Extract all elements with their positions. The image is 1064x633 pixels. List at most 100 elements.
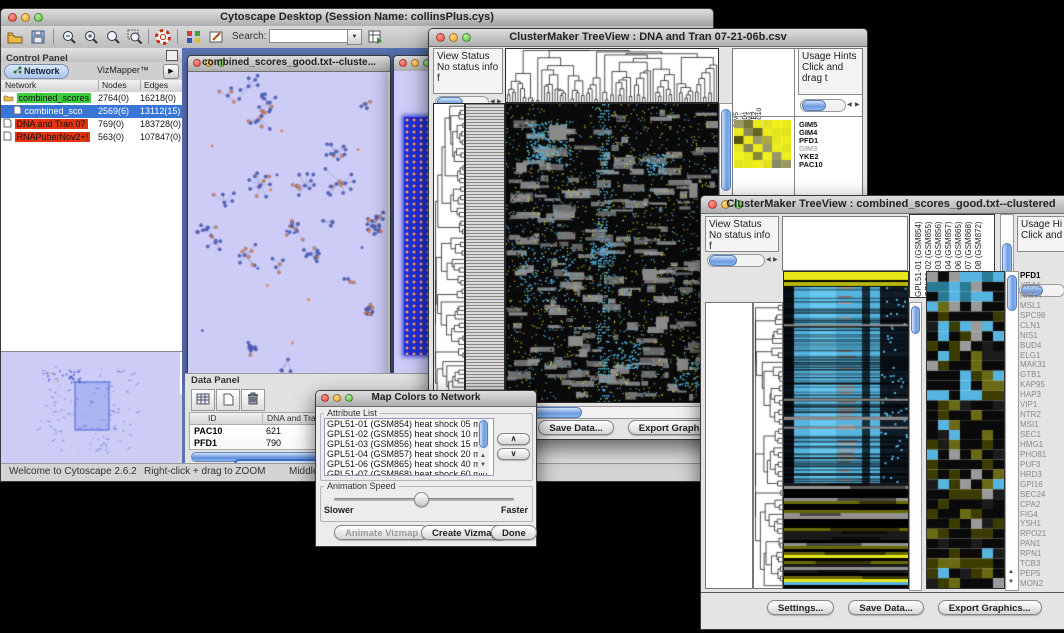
speed-slider-thumb[interactable] [414, 492, 429, 507]
annotation-icon[interactable] [206, 28, 226, 46]
gene-label: PUF3 [1020, 460, 1064, 470]
gene-label: KAP95 [1020, 380, 1064, 390]
attribute-item[interactable]: GPL51-07 (GSM868) heat shock 60 min [327, 469, 493, 476]
gene-list: PFD1YRA1RNR4MSL1SPC98CLN1NIS1BUD4ELG1MAK… [1020, 271, 1064, 589]
birdseye-view[interactable] [1, 351, 182, 464]
attribute-item[interactable]: GPL51-04 (GSM857) heat shock 20 min [327, 449, 493, 459]
gene-label: VIP1 [1020, 400, 1064, 410]
scroll-left-icon[interactable]: ◀ [766, 256, 771, 264]
table-icon[interactable] [191, 389, 215, 411]
row-dendrogram[interactable] [753, 302, 783, 589]
desktop: Cytoscape Desktop (Session Name: collins… [0, 0, 1064, 633]
network-view-window: combined_scores_good.txt--cluste... [187, 55, 391, 381]
attribute-scrollbar[interactable]: ▲ ▼ [478, 419, 489, 473]
attribute-item[interactable]: GPL51-02 (GSM855) heat shock 10 min [327, 429, 493, 439]
column-dendrogram[interactable] [505, 48, 719, 103]
done-button[interactable]: Done [491, 525, 537, 540]
zoom-gene-labels: GIM5GIM4PFD1GIM3YKE2PAC10 [799, 121, 823, 169]
scroll-right-icon[interactable]: ▶ [855, 101, 860, 109]
close-button[interactable] [399, 59, 407, 67]
network-row[interactable]: RNAPuberNov2+! 563(0) 107847(0) [1, 131, 182, 144]
col-edges[interactable]: Edges [140, 80, 168, 90]
zoom-in-icon[interactable] [81, 28, 101, 46]
gene-label: NIS1 [1020, 331, 1064, 341]
attribute-item[interactable]: GPL51-01 (GSM854) heat shock 05 min [327, 419, 493, 429]
faster-label: Faster [501, 505, 528, 515]
global-heatmap[interactable] [505, 103, 719, 403]
import-table-icon[interactable] [365, 28, 385, 46]
global-heatmap[interactable] [783, 271, 909, 589]
gene-label: TCB3 [1020, 559, 1064, 569]
col-nodes[interactable]: Nodes [98, 80, 127, 90]
treeview-button[interactable]: Save Data... [538, 420, 613, 435]
gene-label: RNR4 [1020, 291, 1064, 301]
row-dendrogram[interactable] [433, 103, 465, 403]
treeview-button[interactable]: Settings... [767, 600, 834, 615]
tab-network[interactable]: Network [4, 64, 69, 79]
help-lifering-icon[interactable] [153, 28, 173, 46]
move-down-button[interactable]: ∨ [497, 448, 530, 460]
attribute-item[interactable]: GPL51-06 (GSM865) heat shock 40 min [327, 459, 493, 469]
gene-label: GPI16 [1020, 480, 1064, 490]
network-canvas[interactable] [188, 72, 388, 379]
tab-vizmapper[interactable]: VizMapper™ [89, 64, 157, 77]
network-row[interactable]: combined_scores 2764(0) 16218(0) [1, 92, 182, 105]
zoom-heatmap[interactable] [734, 120, 791, 168]
cytoscape-titlebar[interactable]: Cytoscape Desktop (Session Name: collins… [1, 9, 713, 27]
column-tree-area [782, 216, 908, 271]
scroll-left-icon[interactable]: ◀ [847, 101, 852, 109]
data-col-id[interactable]: ID [208, 413, 217, 423]
scroll-down-icon[interactable]: ▼ [480, 461, 486, 469]
gene-label: SEC1 [1020, 430, 1064, 440]
treeview1-title: ClusterMaker TreeView : DNA and Tran 07-… [429, 31, 867, 43]
network-row-selected[interactable]: combined_sco 2569(6) 13112(15) [1, 105, 182, 118]
zoom-vscrollbar[interactable]: ▲ ▼ [1005, 271, 1019, 591]
scroll-down-icon[interactable]: ▼ [1008, 578, 1014, 586]
attribute-item[interactable]: GPL51-03 (GSM856) heat shock 15 min [327, 439, 493, 449]
col-network[interactable]: Network [5, 80, 36, 90]
minimize-button[interactable] [411, 59, 419, 67]
dialog-title: Map Colors to Network [316, 392, 536, 403]
usage-scrollbar[interactable] [800, 99, 846, 112]
scroll-up-icon[interactable]: ▲ [480, 452, 486, 460]
search-label: Search: [232, 31, 266, 42]
gene-label: MSL1 [1020, 301, 1064, 311]
network-row[interactable]: DNA and Tran 07 769(0) 183728(0) [1, 118, 182, 131]
zoom-fit-icon[interactable] [103, 28, 123, 46]
move-up-button[interactable]: ∧ [497, 433, 530, 445]
heatmap-vscrollbar[interactable] [909, 302, 922, 591]
view-status-scrollbar[interactable] [707, 254, 765, 267]
search-dropdown-button[interactable]: ▼ [347, 29, 362, 45]
new-document-icon[interactable] [216, 389, 240, 411]
zoom-out-icon[interactable] [59, 28, 79, 46]
tab-overflow-button[interactable]: ▶ [163, 64, 179, 79]
attribute-list[interactable]: GPL51-01 (GSM854) heat shock 05 minGPL51… [324, 418, 494, 476]
animation-speed-label: Animation Speed [324, 481, 399, 491]
view-status-box: View StatusNo status info f [433, 48, 503, 94]
float-panel-icon[interactable] [166, 50, 178, 61]
vizmapper-icon[interactable] [183, 28, 203, 46]
scroll-up-icon[interactable]: ▲ [1008, 568, 1014, 576]
gene-label: ELG1 [1020, 351, 1064, 361]
gene-label: PAN1 [1020, 539, 1064, 549]
treeview-button[interactable]: Export Graphics... [938, 600, 1042, 615]
animate-vizmap-button[interactable]: Animate Vizmap [334, 525, 429, 540]
treeview-button[interactable]: Save Data... [848, 600, 923, 615]
gene-label: SEC24 [1020, 490, 1064, 500]
heatmap-hscrollbar[interactable] [507, 406, 719, 419]
gene-label: MSI1 [1020, 420, 1064, 430]
treeview2-title: ClusterMaker TreeView : combined_scores_… [701, 198, 1064, 210]
zoom-selected-icon[interactable] [125, 28, 145, 46]
gene-label: SPC98 [1020, 311, 1064, 321]
gene-label: HAP3 [1020, 390, 1064, 400]
open-icon[interactable] [5, 28, 25, 46]
gene-label: GTB1 [1020, 370, 1064, 380]
scroll-right-icon[interactable]: ▶ [773, 256, 778, 264]
trash-icon[interactable] [241, 389, 265, 411]
zoom-heatmap[interactable] [926, 271, 1005, 589]
save-icon[interactable] [28, 28, 48, 46]
search-input[interactable] [269, 29, 349, 43]
gene-label: CLN1 [1020, 321, 1064, 331]
treeview2-window: ClusterMaker TreeView : combined_scores_… [700, 195, 1064, 630]
window-title: Cytoscape Desktop (Session Name: collins… [1, 11, 713, 23]
